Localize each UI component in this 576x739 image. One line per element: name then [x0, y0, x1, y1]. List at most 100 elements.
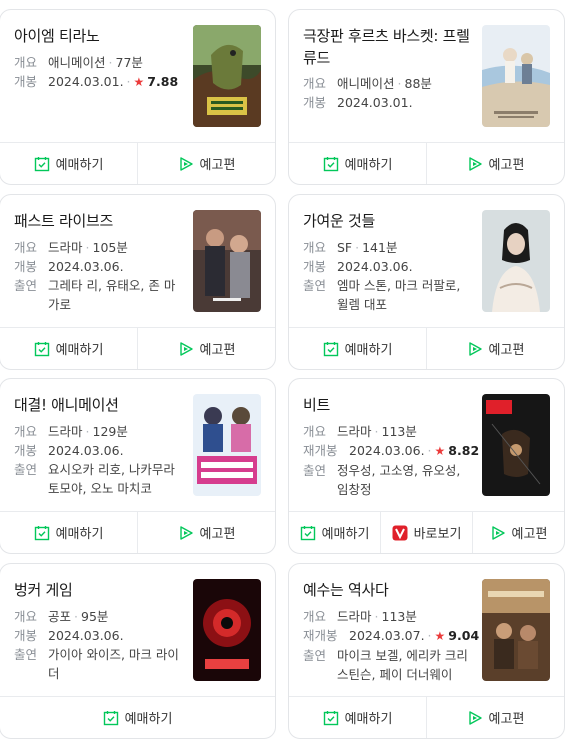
calendar-check-icon	[34, 156, 49, 171]
reserve-label: 예매하기	[344, 712, 393, 727]
genre: 드라마	[337, 424, 372, 439]
rerelease-label: 재개봉	[303, 628, 338, 643]
trailer-label: 예고편	[488, 712, 525, 727]
rating: 7.88	[147, 74, 179, 89]
cast-list: 정우성, 고소영, 유오성, 임창정	[337, 463, 461, 497]
trailer-label: 예고편	[199, 527, 236, 542]
trailer-label: 예고편	[199, 343, 236, 358]
poster-bunker-game[interactable]	[193, 579, 261, 681]
movie-title[interactable]: 가여운 것들	[303, 210, 471, 232]
release-date: 2024.03.06.	[48, 443, 124, 458]
trailer-button[interactable]: 예고편	[426, 328, 564, 369]
movie-card[interactable]: 대결! 애니메이션 개요 드라마 · 129분 개봉 2024.03.06. 출연 요시오…	[0, 378, 276, 554]
runtime: 113분	[381, 609, 417, 624]
runtime: 129분	[92, 424, 128, 439]
release-date: 2024.03.06.	[48, 259, 124, 274]
poster-case-for-christ[interactable]	[482, 579, 550, 681]
reserve-button[interactable]: 예매하기	[0, 512, 137, 553]
overview-label: 개요	[303, 240, 327, 255]
trailer-label: 예고편	[488, 343, 525, 358]
play-icon	[468, 710, 482, 725]
movie-card[interactable]: 예수는 역사다 개요 드라마 · 113분 재개봉 2024.03.07. · ★ 9.04 …	[288, 563, 565, 739]
trailer-button[interactable]: 예고편	[472, 512, 564, 553]
runtime: 88분	[404, 76, 432, 91]
play-icon	[468, 156, 482, 171]
reserve-button[interactable]: 예매하기	[0, 143, 137, 184]
reserve-button[interactable]: 예매하기	[289, 697, 426, 738]
overview-label: 개요	[14, 55, 38, 70]
overview-label: 개요	[303, 609, 327, 624]
cast-list: 요시오카 리호, 나카무라 토모야, 오노 마치코	[48, 462, 175, 496]
play-icon	[179, 525, 193, 540]
trailer-button[interactable]: 예고편	[137, 328, 275, 369]
poster-poor-things[interactable]	[482, 210, 550, 312]
release-date: 2024.03.01.	[48, 74, 124, 89]
star-icon: ★	[133, 75, 145, 89]
reserve-label: 예매하기	[55, 343, 104, 358]
play-icon	[179, 156, 193, 171]
trailer-label: 예고편	[511, 527, 548, 542]
genre: 공포	[48, 609, 72, 624]
release-label: 개봉	[14, 74, 38, 89]
runtime: 113분	[381, 424, 417, 439]
overview-label: 개요	[14, 609, 38, 624]
reserve-label: 예매하기	[344, 343, 393, 358]
runtime: 141분	[362, 240, 398, 255]
trailer-button[interactable]: 예고편	[137, 512, 275, 553]
movie-card[interactable]: 비트 개요 드라마 · 113분 재개봉 2024.03.06. · ★ 8.82 출연 정우성…	[288, 378, 565, 554]
play-icon	[468, 341, 482, 356]
movie-title[interactable]: 아이엠 티라노	[14, 25, 182, 47]
cast-label: 출연	[14, 462, 38, 477]
release-date: 2024.03.07.	[349, 628, 425, 643]
calendar-check-icon	[323, 710, 338, 725]
reserve-label: 예매하기	[321, 527, 370, 542]
overview-label: 개요	[303, 424, 327, 439]
runtime: 105분	[92, 240, 128, 255]
genre: 드라마	[48, 424, 83, 439]
reserve-button[interactable]: 예매하기	[289, 328, 426, 369]
overview-label: 개요	[14, 240, 38, 255]
genre: SF	[337, 240, 353, 255]
trailer-button[interactable]: 예고편	[426, 143, 564, 184]
genre: 애니메이션	[48, 55, 106, 70]
genre: 애니메이션	[337, 76, 395, 91]
runtime: 95분	[81, 609, 109, 624]
overview-label: 개요	[14, 424, 38, 439]
cast-list: 마이크 보겔, 에리카 크리스틴슨, 페이 더너웨이	[337, 648, 468, 682]
movie-card[interactable]: 벙커 게임 개요 공포 · 95분 개봉 2024.03.06. 출연 가이아 와이즈, …	[0, 563, 276, 739]
overview-label: 개요	[303, 76, 327, 91]
movie-card[interactable]: 아이엠 티라노 개요 애니메이션 · 77분 개봉 2024.03.01. · ★ 7.88	[0, 9, 276, 185]
movie-title[interactable]: 벙커 게임	[14, 579, 182, 601]
movie-title[interactable]: 패스트 라이브즈	[14, 210, 182, 232]
poster-anime-showdown[interactable]	[193, 394, 261, 496]
poster-i-am-tyranno[interactable]	[193, 25, 261, 127]
cast-list: 가이아 와이즈, 마크 라이더	[48, 647, 179, 681]
calendar-check-icon	[323, 341, 338, 356]
movie-title[interactable]: 대결! 애니메이션	[14, 394, 182, 416]
movie-title[interactable]: 예수는 역사다	[303, 579, 471, 601]
movie-card[interactable]: 패스트 라이브즈 개요 드라마 · 105분 개봉 2024.03.06. 출연 그레타 …	[0, 194, 276, 370]
movie-card-grid: 아이엠 티라노 개요 애니메이션 · 77분 개봉 2024.03.01. · ★ 7.88	[0, 0, 576, 739]
genre: 드라마	[48, 240, 83, 255]
cast-list: 엠마 스톤, 마크 러팔로, 윌렘 대포	[337, 278, 461, 312]
release-label: 개봉	[14, 443, 38, 458]
genre: 드라마	[337, 609, 372, 624]
watch-now-button[interactable]: 바로보기	[380, 512, 472, 553]
poster-fruits-basket[interactable]	[482, 25, 550, 127]
reserve-button[interactable]: 예매하기	[0, 697, 275, 738]
reserve-button[interactable]: 예매하기	[289, 143, 426, 184]
rerelease-label: 재개봉	[303, 443, 338, 458]
trailer-button[interactable]: 예고편	[426, 697, 564, 738]
reserve-button[interactable]: 예매하기	[289, 512, 380, 553]
poster-beat[interactable]	[482, 394, 550, 496]
movie-title[interactable]: 비트	[303, 394, 471, 416]
movie-card[interactable]: 극장판 후르츠 바스켓: 프렐류드 개요 애니메이션 · 88분 개봉 2024.03.…	[288, 9, 565, 185]
reserve-label: 예매하기	[344, 158, 393, 173]
movie-title[interactable]: 극장판 후르츠 바스켓: 프렐류드	[303, 25, 471, 69]
reserve-button[interactable]: 예매하기	[0, 328, 137, 369]
trailer-button[interactable]: 예고편	[137, 143, 275, 184]
movie-card[interactable]: 가여운 것들 개요 SF · 141분 개봉 2024.03.06. 출연 엠마 스톤, …	[288, 194, 565, 370]
poster-past-lives[interactable]	[193, 210, 261, 312]
cast-list: 그레타 리, 유태오, 존 마가로	[48, 278, 176, 312]
calendar-check-icon	[34, 341, 49, 356]
